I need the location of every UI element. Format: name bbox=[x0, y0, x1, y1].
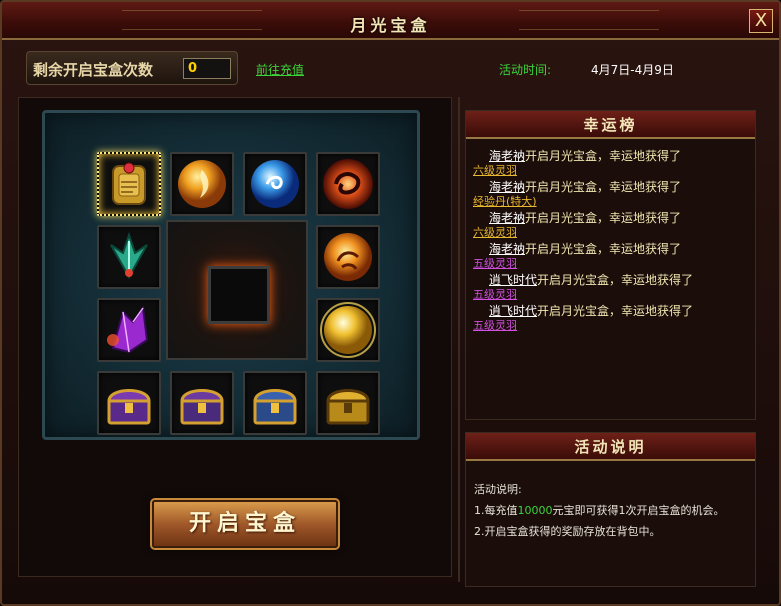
event-time-label: 活动时间: bbox=[499, 63, 552, 77]
prize-cell-golden-chest[interactable] bbox=[316, 371, 380, 435]
list-item: 逍飞时代开启月光宝盒，幸运地获得了 五级灵羽 bbox=[472, 302, 752, 333]
list-item: 海老衲开启月光宝盒，幸运地获得了 五级灵羽 bbox=[472, 240, 752, 271]
player-name-link[interactable]: 海老衲 bbox=[489, 180, 525, 194]
log-text: 开启月光宝盒，幸运地获得了 bbox=[525, 242, 682, 256]
sun-orb-icon bbox=[324, 233, 372, 281]
fire-orb-icon bbox=[178, 160, 226, 208]
recharge-amount: 10000 bbox=[517, 504, 553, 517]
prize-cell-jade-leaf[interactable] bbox=[97, 225, 161, 289]
purple-chest-icon bbox=[107, 389, 151, 425]
flame-ring-orb-icon bbox=[323, 159, 373, 209]
prize-link[interactable]: 五级灵羽 bbox=[473, 317, 517, 333]
prize-cell-sun-orb[interactable] bbox=[316, 225, 380, 289]
prize-link[interactable]: 六级灵羽 bbox=[473, 224, 517, 240]
prize-cell-purple-crystal[interactable] bbox=[97, 298, 161, 362]
player-name-link[interactable]: 海老衲 bbox=[489, 149, 525, 163]
lucky-rank-panel: 幸运榜 海老衲开启月光宝盒，幸运地获得了 六级灵羽 海老衲开启月光宝盒，幸运地获… bbox=[465, 110, 756, 420]
window-title: 月光宝盒 bbox=[350, 16, 431, 35]
golden-light-orb-icon bbox=[320, 302, 376, 358]
center-result-slot bbox=[208, 266, 270, 324]
purple-crystal-icon bbox=[107, 305, 149, 354]
remaining-count-box: 剩余开启宝盒次数 0 bbox=[26, 51, 238, 85]
event-info-body: 活动说明: 1.每充值10000元宝即可获得1次开启宝盒的机会。 2.开启宝盒获… bbox=[474, 479, 725, 542]
event-info-header: 活动说明 bbox=[466, 433, 755, 461]
prize-link[interactable]: 六级灵羽 bbox=[473, 162, 517, 178]
prize-cell-golden-light-orb[interactable] bbox=[316, 298, 380, 362]
log-text: 开启月光宝盒，幸运地获得了 bbox=[525, 149, 682, 163]
prize-link[interactable]: 经验丹(特大) bbox=[473, 193, 537, 209]
event-info-heading: 活动说明: bbox=[474, 483, 522, 496]
remaining-count-label: 剩余开启宝盒次数 bbox=[33, 61, 154, 79]
player-name-link[interactable]: 海老衲 bbox=[489, 242, 525, 256]
player-name-link[interactable]: 海老衲 bbox=[489, 211, 525, 225]
prize-cell-blue-chest[interactable] bbox=[243, 371, 307, 435]
title-bar: 月光宝盒 X bbox=[2, 2, 779, 40]
event-info-panel: 活动说明 活动说明: 1.每充值10000元宝即可获得1次开启宝盒的机会。 2.… bbox=[465, 432, 756, 587]
prize-cell-flame-ring-orb[interactable] bbox=[316, 152, 380, 216]
list-item: 海老衲开启月光宝盒，幸运地获得了 六级灵羽 bbox=[472, 209, 752, 240]
log-text: 开启月光宝盒，幸运地获得了 bbox=[525, 211, 682, 225]
list-item: 逍飞时代开启月光宝盒，幸运地获得了 五级灵羽 bbox=[472, 271, 752, 302]
golden-chest-icon bbox=[326, 389, 370, 425]
lucky-rank-title: 幸运榜 bbox=[583, 116, 638, 134]
open-box-button-label: 开启宝盒 bbox=[188, 510, 301, 536]
golden-scroll-icon bbox=[112, 162, 146, 205]
event-info-line-1: 1.每充值10000元宝即可获得1次开启宝盒的机会。 bbox=[474, 504, 725, 517]
list-item: 海老衲开启月光宝盒，幸运地获得了 经验丹(特大) bbox=[472, 178, 752, 209]
lucky-rank-header: 幸运榜 bbox=[466, 111, 755, 139]
prize-cell-purple-chest-2[interactable] bbox=[170, 371, 234, 435]
open-box-button[interactable]: 开启宝盒 bbox=[152, 500, 338, 548]
lucky-rank-list: 海老衲开启月光宝盒，幸运地获得了 六级灵羽 海老衲开启月光宝盒，幸运地获得了 经… bbox=[472, 147, 752, 333]
jade-leaf-icon bbox=[110, 231, 148, 280]
prize-cell-fire-orb[interactable] bbox=[170, 152, 234, 216]
prize-link[interactable]: 五级灵羽 bbox=[473, 255, 517, 271]
close-button[interactable]: X bbox=[749, 9, 773, 33]
prize-link[interactable]: 五级灵羽 bbox=[473, 286, 517, 302]
panel-divider bbox=[458, 97, 460, 582]
prize-cell-purple-chest-1[interactable] bbox=[97, 371, 161, 435]
player-name-link[interactable]: 逍飞时代 bbox=[489, 273, 537, 287]
remaining-count-value: 0 bbox=[183, 58, 231, 79]
list-item: 海老衲开启月光宝盒，幸运地获得了 六级灵羽 bbox=[472, 147, 752, 178]
water-orb-icon bbox=[251, 160, 299, 208]
prize-cell-water-orb[interactable] bbox=[243, 152, 307, 216]
log-text: 开启月光宝盒，幸运地获得了 bbox=[537, 273, 694, 287]
log-text: 开启月光宝盒，幸运地获得了 bbox=[537, 304, 694, 318]
purple-chest-icon bbox=[180, 389, 224, 425]
event-info-title: 活动说明 bbox=[574, 438, 647, 456]
event-info-line-2: 2.开启宝盒获得的奖励存放在背包中。 bbox=[474, 525, 661, 538]
blue-chest-icon bbox=[253, 389, 297, 425]
event-time-value: 4月7日-4月9日 bbox=[591, 63, 674, 77]
moonlight-box-window: 月光宝盒 X 剩余开启宝盒次数 0 前往充值 活动时间: 4月7日-4月9日 开… bbox=[0, 0, 781, 606]
player-name-link[interactable]: 逍飞时代 bbox=[489, 304, 537, 318]
center-draw-area bbox=[166, 220, 308, 360]
prize-cell-golden-scroll[interactable] bbox=[97, 152, 161, 216]
recharge-link[interactable]: 前往充值 bbox=[256, 61, 304, 78]
log-text: 开启月光宝盒，幸运地获得了 bbox=[525, 180, 682, 194]
